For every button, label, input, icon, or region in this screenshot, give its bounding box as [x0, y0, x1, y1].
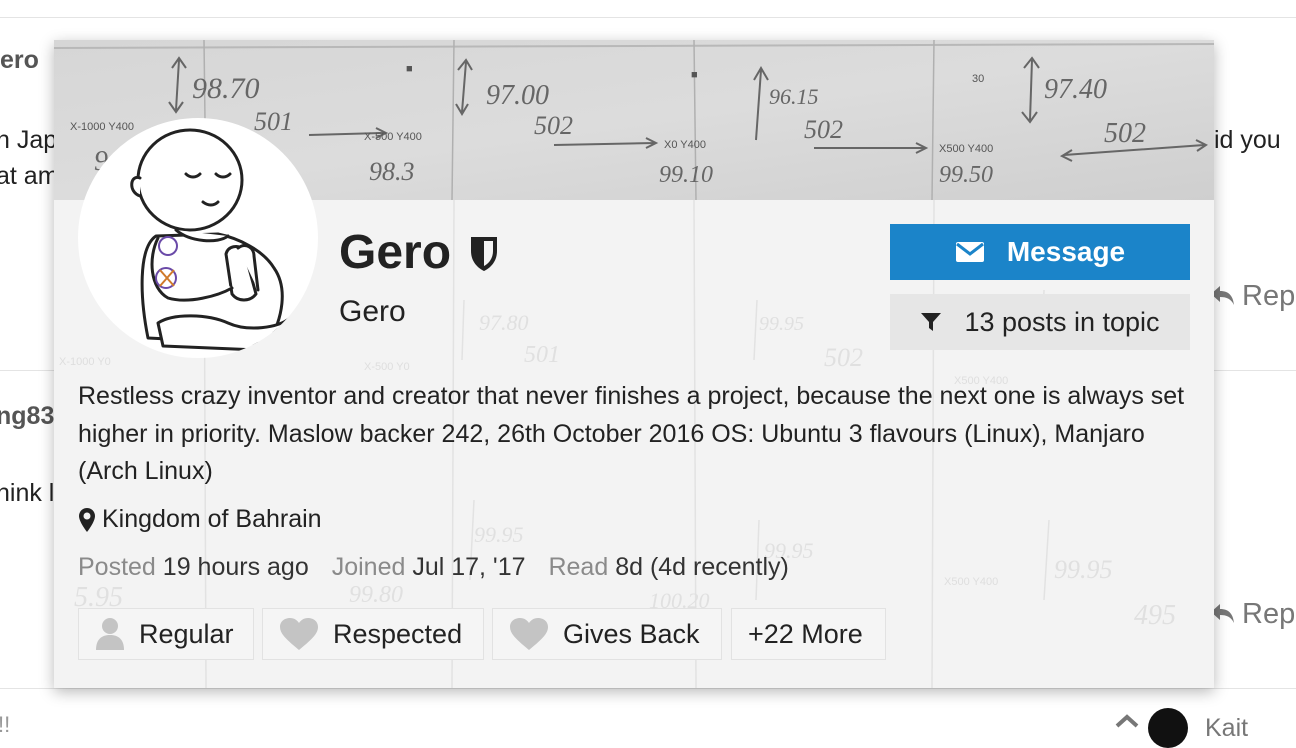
joined-label: Joined [331, 553, 406, 581]
svg-text:502: 502 [534, 111, 573, 140]
post-divider [0, 688, 1296, 689]
svg-text:99.80: 99.80 [349, 582, 403, 608]
svg-text:99.95: 99.95 [759, 313, 804, 335]
svg-text:99.10: 99.10 [659, 162, 713, 188]
user-location: Kingdom of Bahrain [78, 505, 322, 534]
svg-text:99.95: 99.95 [1054, 555, 1113, 584]
reply-button[interactable]: Rep [1210, 598, 1295, 631]
map-marker-icon [79, 507, 95, 532]
badge-label: Gives Back [563, 618, 700, 649]
svg-text:98.3: 98.3 [369, 157, 415, 186]
posted-label: Posted [78, 553, 156, 581]
svg-text:495: 495 [1134, 600, 1176, 631]
user-avatar[interactable] [78, 118, 318, 358]
posted-value: 19 hours ago [162, 553, 309, 581]
badge-label: Regular [139, 618, 234, 649]
user-card: 98.70 501 97.00 502 96.15 502 97.40 502 … [54, 40, 1214, 688]
post-divider [0, 17, 1296, 18]
post-username[interactable]: !! [0, 712, 10, 738]
username[interactable]: Gero [339, 225, 499, 280]
post-text-line: id you [1214, 126, 1281, 154]
post-username[interactable]: ng83 [0, 402, 54, 431]
svg-text:501: 501 [254, 107, 293, 136]
reply-label: Rep [1242, 280, 1296, 312]
svg-text:99.95: 99.95 [474, 522, 524, 547]
envelope-icon [955, 242, 984, 262]
posts-in-topic-button[interactable]: 13 posts in topic [890, 294, 1190, 350]
message-button-label: Message [1006, 236, 1126, 267]
badge-gives-back[interactable]: Gives Back [492, 608, 722, 660]
more-badges-button[interactable]: +22 More [731, 608, 886, 660]
svg-text:■: ■ [691, 69, 698, 81]
post-username[interactable]: ero [0, 46, 39, 75]
badge-label: Respected [333, 618, 463, 649]
post-text-line: n Jap [0, 126, 58, 154]
posts-in-topic-label: 13 posts in topic [964, 306, 1160, 337]
badge-respected[interactable]: Respected [262, 608, 484, 660]
avatar-illustration [130, 128, 295, 352]
svg-text:98.70: 98.70 [192, 72, 260, 105]
username-text: Gero [339, 226, 452, 279]
svg-text:X500 Y400: X500 Y400 [944, 576, 998, 588]
svg-text:■: ■ [406, 63, 413, 75]
svg-text:X-1000 Y0: X-1000 Y0 [59, 356, 111, 368]
post-username[interactable]: Kait [1205, 714, 1248, 743]
heart-icon [510, 618, 548, 650]
full-name: Gero [339, 295, 406, 328]
svg-text:X0 Y400: X0 Y400 [664, 139, 706, 151]
svg-text:99.50: 99.50 [939, 162, 993, 188]
svg-text:97.40: 97.40 [1044, 74, 1107, 105]
svg-text:X-500 Y400: X-500 Y400 [364, 131, 422, 143]
svg-text:502: 502 [824, 343, 863, 372]
message-button[interactable]: Message [890, 224, 1190, 280]
read-value: 8d (4d recently) [615, 553, 789, 581]
svg-text:501: 501 [524, 342, 560, 368]
more-badges-label: +22 More [748, 618, 863, 649]
svg-text:97.80: 97.80 [479, 310, 529, 335]
svg-text:502: 502 [804, 115, 843, 144]
svg-text:97.00: 97.00 [486, 80, 549, 111]
svg-text:X-500 Y0: X-500 Y0 [364, 361, 410, 373]
location-text: Kingdom of Bahrain [102, 505, 322, 533]
avatar[interactable] [1148, 708, 1188, 748]
filter-icon [921, 313, 942, 331]
user-stats: Posted 19 hours ago Joined Jul 17, '17 R… [78, 553, 789, 582]
shield-icon [471, 236, 498, 271]
svg-text:30: 30 [972, 73, 984, 85]
badge-regular[interactable]: Regular [78, 608, 254, 660]
joined-value: Jul 17, '17 [412, 553, 526, 581]
heart-icon [280, 618, 318, 650]
post-text-line: at am [0, 162, 59, 190]
svg-text:96.15: 96.15 [769, 84, 819, 109]
user-bio: Restless crazy inventor and creator that… [78, 382, 1185, 485]
reply-to-indicator [1115, 714, 1141, 733]
reply-label: Rep [1242, 598, 1296, 630]
reply-button[interactable]: Rep [1210, 280, 1295, 313]
svg-text:502: 502 [1104, 118, 1146, 149]
svg-text:X500 Y400: X500 Y400 [939, 143, 993, 155]
user-icon [96, 618, 124, 650]
read-label: Read [548, 553, 609, 581]
post-text-line: hink l [0, 479, 55, 507]
svg-text:X-1000 Y400: X-1000 Y400 [70, 121, 134, 133]
